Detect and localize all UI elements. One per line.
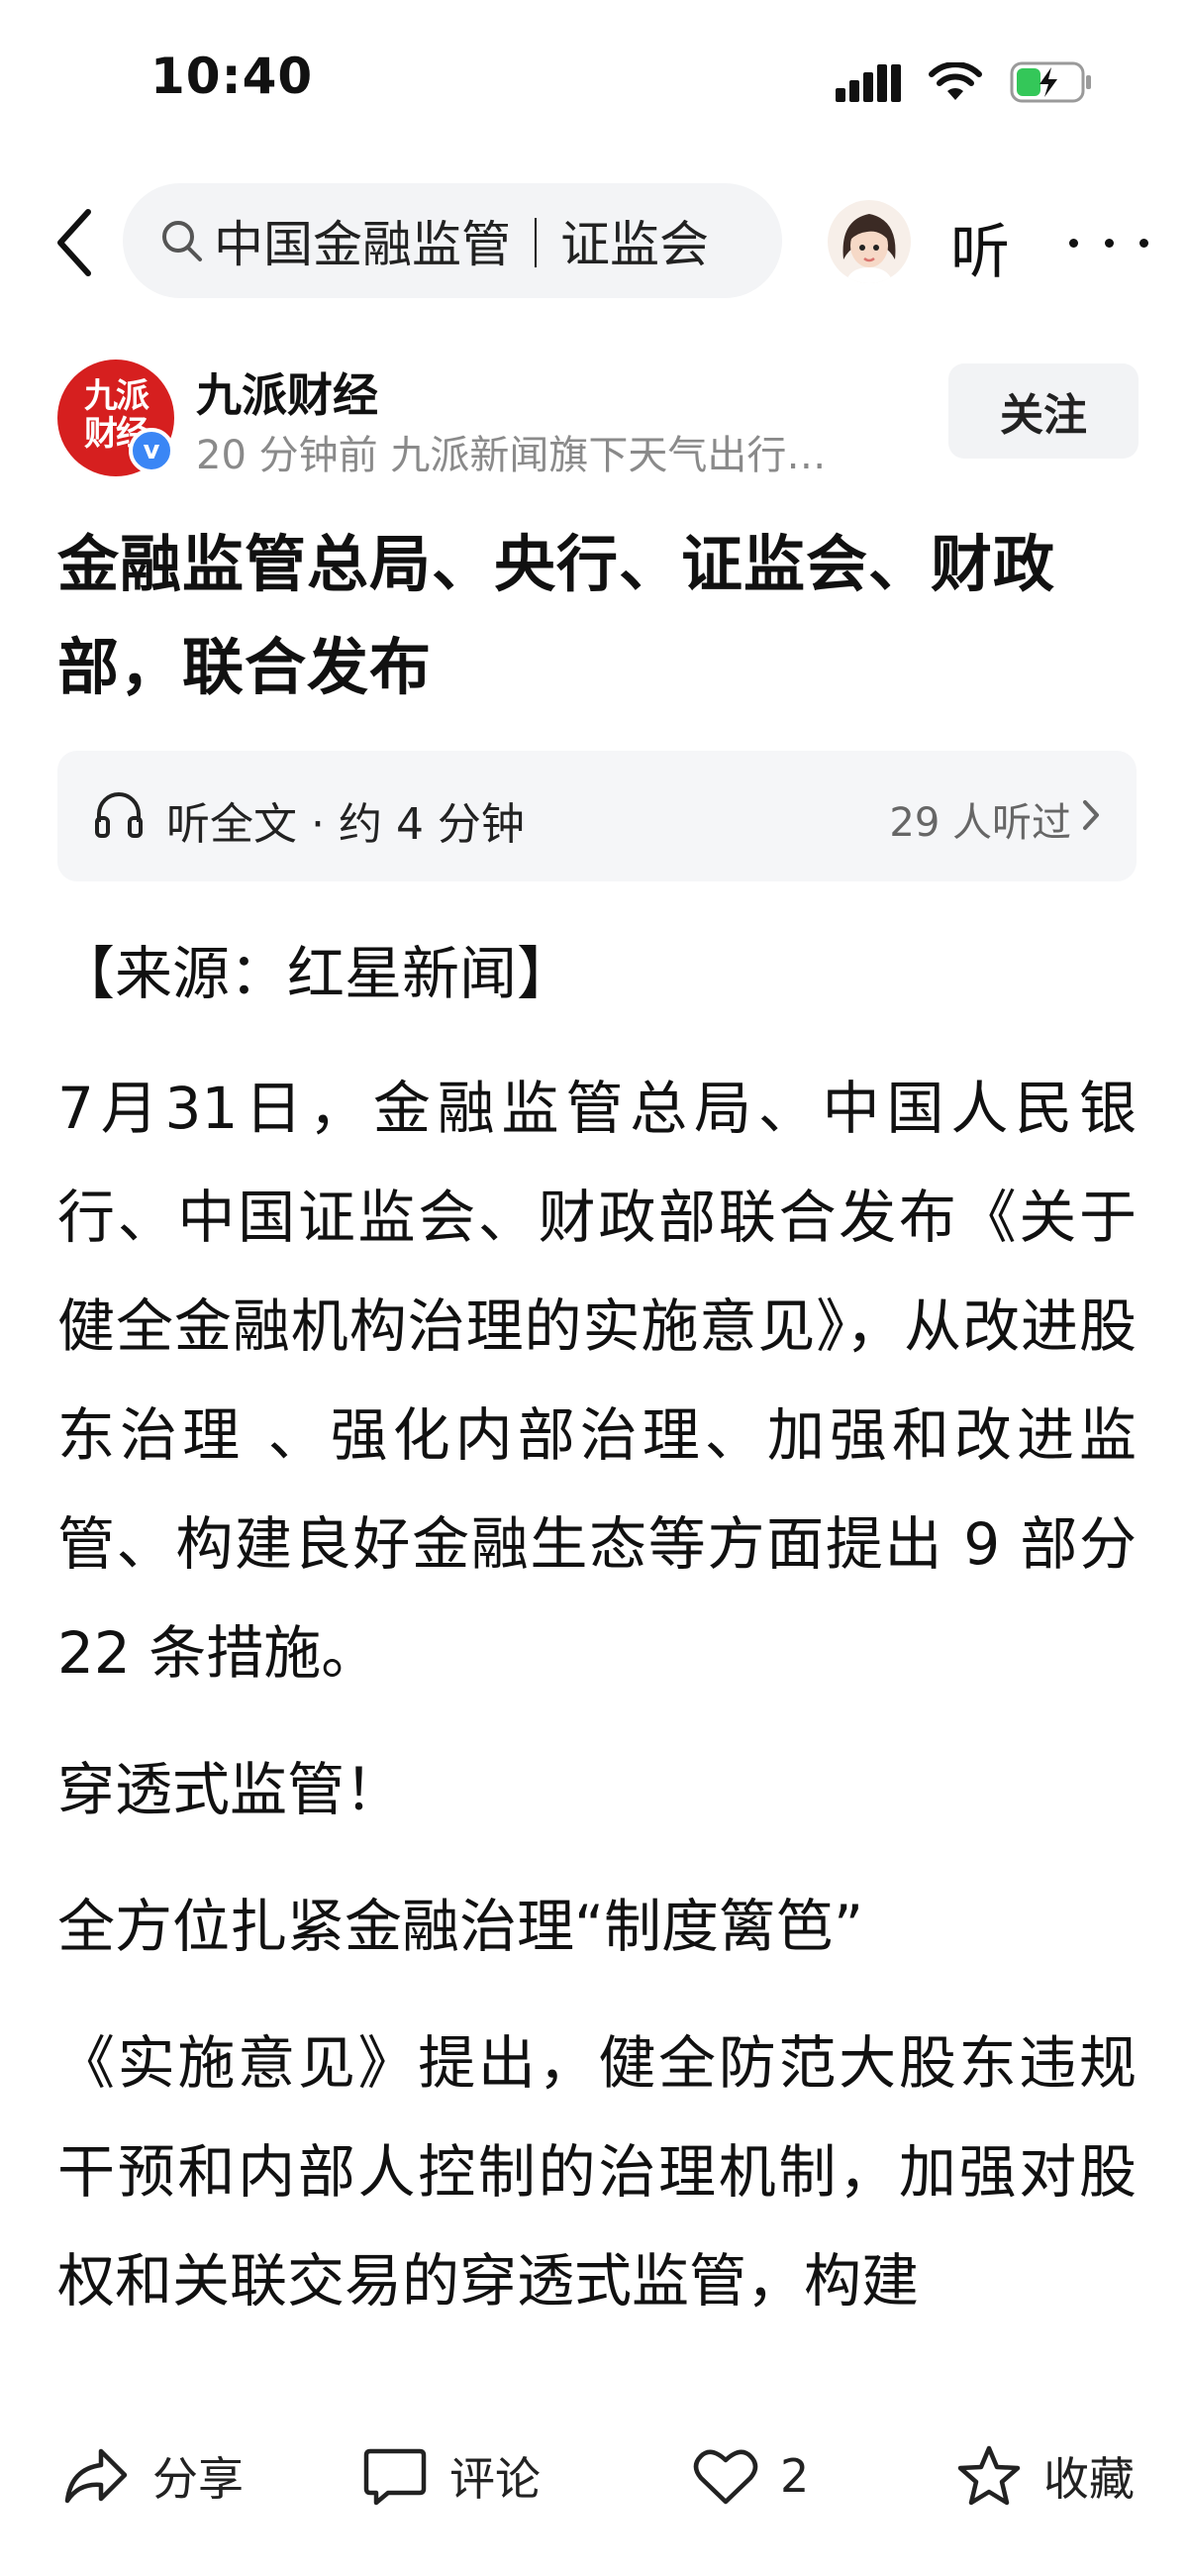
article-page: 10:40 中国金融监管｜证监会 听 九派 财经 九派财经 20 分钟前 九派新… [0, 0, 1188, 2576]
status-time: 10:40 [150, 48, 314, 105]
share-button[interactable]: 分享 [61, 2436, 244, 2516]
more-options-button[interactable] [1069, 218, 1148, 267]
share-label: 分享 [152, 2452, 244, 2506]
author-meta: 20 分钟前 九派新闻旗下天气出行… [196, 433, 827, 478]
comment-button[interactable]: 评论 [362, 2436, 541, 2516]
logo-text-line: 九派 [84, 376, 149, 416]
like-count: 2 [780, 2449, 810, 2503]
article-paragraph: 全方位扎紧金融治理“制度篱笆” [57, 1893, 864, 1960]
article-paragraph: 《实施意见》提出，健全防范大股东违规干预和内部人控制的治理机制，加强对股权和关联… [57, 2029, 1137, 2315]
nav-bar: 中国金融监管｜证监会 听 [0, 178, 1188, 307]
collect-button[interactable]: 收藏 [956, 2436, 1135, 2516]
listen-full-text-bar[interactable]: 听全文 · 约 4 分钟 29 人听过 [57, 751, 1137, 881]
comment-icon [363, 2448, 427, 2506]
battery-charging-icon [1010, 61, 1091, 103]
listen-count: 29 人听过 [889, 800, 1071, 846]
article-title: 金融监管总局、央行、证监会、财政部，联合发布 [57, 528, 1056, 703]
more-dot-icon [1139, 238, 1148, 248]
chevron-right-icon [1083, 800, 1099, 830]
headphone-icon [95, 792, 143, 838]
status-icons [836, 57, 1093, 107]
follow-button[interactable]: 关注 [948, 363, 1138, 459]
status-bar: 10:40 [0, 0, 1188, 158]
avatar-illustration-icon [828, 200, 911, 283]
star-icon [957, 2445, 1021, 2506]
like-button[interactable]: 2 [693, 2436, 809, 2516]
share-icon [64, 2448, 128, 2504]
more-dot-icon [1104, 238, 1114, 248]
more-dot-icon [1069, 238, 1078, 248]
article-paragraph: 【来源：红星新闻】 [57, 940, 575, 1007]
user-avatar[interactable] [828, 200, 911, 283]
back-arrow-icon [57, 209, 91, 276]
signal-icon [836, 64, 901, 102]
search-icon [162, 221, 202, 261]
author-row: 九派 财经 九派财经 20 分钟前 九派新闻旗下天气出行… 关注 [0, 352, 1188, 480]
article-paragraph: 穿透式监管！ [57, 1756, 403, 1823]
author-name[interactable]: 九派财经 [196, 360, 378, 425]
wifi-icon [929, 62, 982, 100]
verified-badge-icon: v [129, 428, 174, 473]
listen-full-text-label: 听全文 · 约 4 分钟 [166, 799, 525, 850]
search-box[interactable]: 中国金融监管｜证监会 [123, 183, 782, 298]
listen-button[interactable]: 听 [950, 204, 1010, 290]
comment-label: 评论 [449, 2452, 541, 2506]
heart-icon [693, 2449, 758, 2505]
back-button[interactable] [40, 203, 109, 282]
bottom-action-bar: 分享 评论 2 收藏 [0, 2407, 1188, 2576]
article-body: 【来源：红星新闻】 7月31日，金融监管总局、中国人民银行、中国证监会、财政部联… [57, 919, 1137, 2363]
article-paragraph: 7月31日，金融监管总局、中国人民银行、中国证监会、财政部联合发布《关于健全金融… [57, 1075, 1137, 1687]
collect-label: 收藏 [1043, 2452, 1135, 2506]
search-query-text: 中国金融监管｜证监会 [214, 216, 709, 273]
